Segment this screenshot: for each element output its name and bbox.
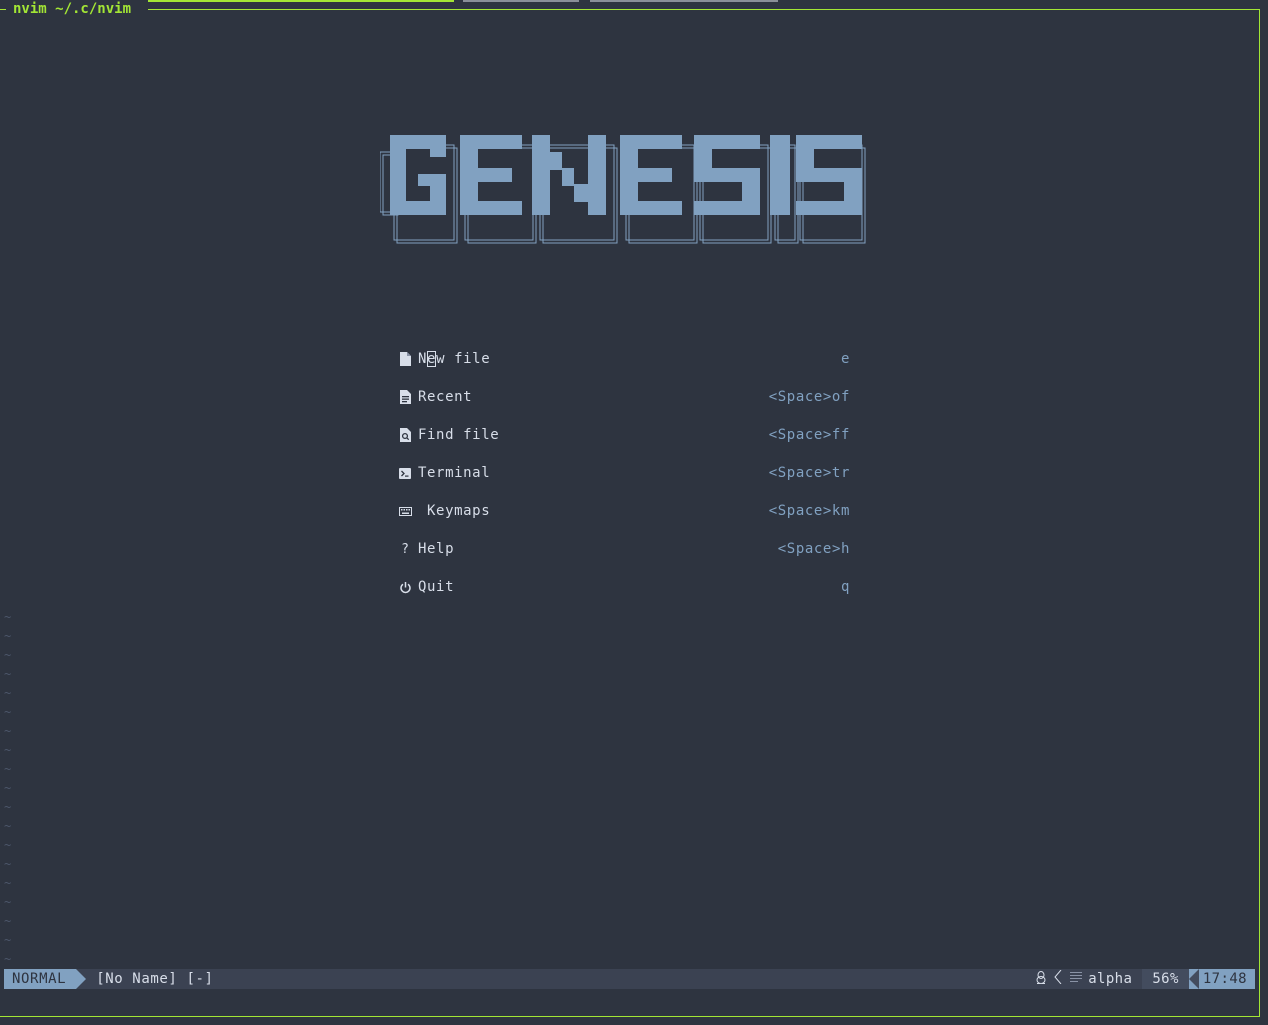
- window-title: nvim ~/.c/nvim: [10, 1, 135, 19]
- filename: [No Name] [-]: [96, 971, 214, 987]
- clock-time: 17:48: [1202, 971, 1247, 987]
- chevron-left-icon: [1054, 969, 1062, 988]
- menu-item-label: Recent: [418, 389, 473, 405]
- keyboard-icon: [396, 500, 414, 522]
- tilde-marker: ~: [4, 895, 12, 909]
- menu-item-label: New file: [418, 351, 491, 367]
- menu-item-label: Help: [418, 541, 455, 557]
- linux-penguin-icon: [1036, 970, 1046, 988]
- tilde-marker: ~: [4, 800, 12, 814]
- tilde-marker: ~: [4, 667, 12, 681]
- filetype: alpha: [1088, 971, 1133, 987]
- window-border: [0, 9, 6, 10]
- scroll-percent: 56%: [1142, 969, 1189, 989]
- time-separator: [1188, 969, 1199, 989]
- tab-indicator[interactable]: [590, 0, 778, 2]
- window-border: [148, 9, 1260, 10]
- menu-item-help[interactable]: ? Help <Space>h: [396, 530, 856, 568]
- tilde-marker: ~: [4, 876, 12, 890]
- tilde-marker: ~: [4, 781, 12, 795]
- tilde-marker: ~: [4, 705, 12, 719]
- empty-line-markers: ~ ~ ~ ~ ~ ~ ~ ~ ~ ~ ~ ~ ~ ~ ~ ~ ~ ~ ~: [4, 608, 16, 969]
- power-icon: [396, 576, 414, 598]
- menu-item-label: Find file: [418, 427, 500, 443]
- menu-item-shortcut: <Space>of: [768, 389, 850, 405]
- statusline-right: alpha 56% 17:48: [1032, 969, 1255, 989]
- genesis-logo: [380, 135, 866, 244]
- tab-indicator-active[interactable]: [148, 0, 454, 2]
- menu-item-shortcut: q: [840, 579, 850, 595]
- menu-item-shortcut: <Space>h: [777, 541, 850, 557]
- menu-item-label: Keymaps: [418, 503, 491, 519]
- menu-item-label: Terminal: [418, 465, 491, 481]
- menu-item-label: Quit: [418, 579, 455, 595]
- tilde-marker: ~: [4, 629, 12, 643]
- lines-icon: [1070, 971, 1083, 987]
- find-file-icon: [396, 424, 414, 446]
- tilde-marker: ~: [4, 610, 12, 624]
- tab-indicator[interactable]: [463, 0, 579, 2]
- tilde-marker: ~: [4, 819, 12, 833]
- menu-item-quit[interactable]: Quit q: [396, 568, 856, 606]
- menu-item-shortcut: <Space>km: [768, 503, 850, 519]
- dashboard-menu: New file e Recent <Space>of Find file <S…: [396, 340, 856, 606]
- menu-item-new-file[interactable]: New file e: [396, 340, 856, 378]
- tilde-marker: ~: [4, 952, 12, 966]
- window-border: [0, 1016, 1260, 1017]
- mode-indicator: NORMAL: [4, 969, 77, 989]
- question-icon: ?: [401, 541, 409, 557]
- menu-item-shortcut: <Space>ff: [768, 427, 850, 443]
- window-border: [1259, 9, 1260, 1017]
- clock: 17:48: [1188, 969, 1255, 989]
- tilde-marker: ~: [4, 743, 12, 757]
- menu-item-terminal[interactable]: Terminal <Space>tr: [396, 454, 856, 492]
- menu-item-recent[interactable]: Recent <Space>of: [396, 378, 856, 416]
- tilde-marker: ~: [4, 933, 12, 947]
- menu-item-shortcut: e: [840, 351, 850, 367]
- tilde-marker: ~: [4, 648, 12, 662]
- statusline: NORMAL [No Name] [-] alpha 56% 17:48: [4, 969, 1255, 989]
- recent-file-icon: [396, 386, 414, 408]
- tilde-marker: ~: [4, 762, 12, 776]
- tilde-marker: ~: [4, 838, 12, 852]
- terminal-icon: [396, 462, 414, 484]
- tilde-marker: ~: [4, 686, 12, 700]
- menu-item-keymaps[interactable]: Keymaps <Space>km: [396, 492, 856, 530]
- file-icon: [396, 348, 414, 370]
- tilde-marker: ~: [4, 914, 12, 928]
- mode-separator: [76, 969, 87, 989]
- tilde-marker: ~: [4, 857, 12, 871]
- terminal-window: nvim ~/.c/nvim New file e Recent <Space>…: [0, 0, 1268, 1025]
- menu-item-shortcut: <Space>tr: [768, 465, 850, 481]
- menu-item-find-file[interactable]: Find file <Space>ff: [396, 416, 856, 454]
- tilde-marker: ~: [4, 724, 12, 738]
